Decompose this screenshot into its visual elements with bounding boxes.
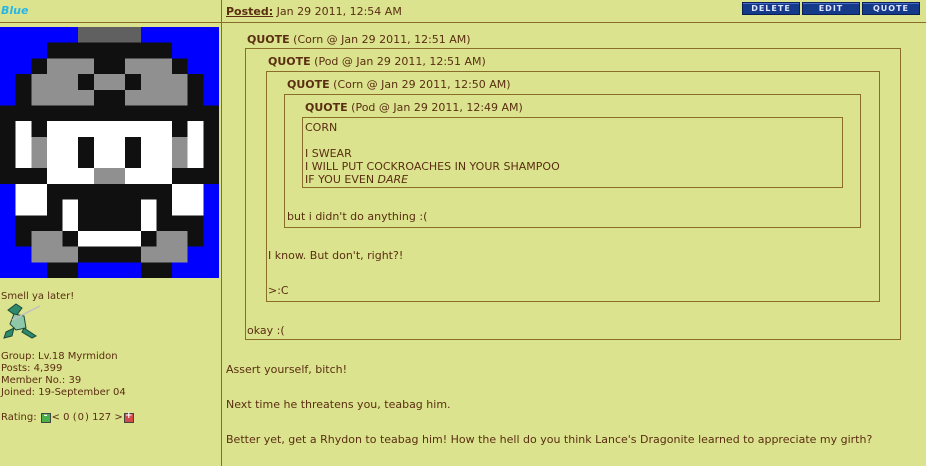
- quote2-reply2: >:C: [268, 284, 289, 297]
- quote4-meta: (Pod @ Jan 29 2011, 12:49 AM): [351, 101, 523, 114]
- member-rating: Rating: - < 0 ( 0 ) 127 > +: [1, 411, 134, 423]
- quote4-line2: I SWEAR: [305, 147, 352, 160]
- quote2-meta: (Pod @ Jan 29 2011, 12:51 AM): [314, 55, 486, 68]
- rating-value: 0: [77, 412, 84, 423]
- member-joined: Joined: 19-September 04: [1, 387, 126, 398]
- member-posts: Posts: 4,399: [1, 363, 63, 374]
- post-body-line3: Better yet, get a Rhydon to teabag him! …: [226, 433, 873, 446]
- quote1-header: QUOTE (Corn @ Jan 29 2011, 12:51 AM): [247, 33, 471, 46]
- edit-button[interactable]: EDIT: [802, 2, 860, 15]
- post-date: Posted: Jan 29 2011, 12:54 AM: [226, 5, 402, 18]
- member-number: Member No.: 39: [1, 375, 82, 386]
- quote4-line4-text: IF YOU EVEN: [305, 173, 378, 186]
- post-body-line1: Assert yourself, bitch!: [226, 363, 348, 376]
- posted-date: Jan 29 2011, 12:54 AM: [276, 5, 402, 18]
- rating-range-right: ) 127 >: [85, 412, 123, 423]
- post-body-line2: Next time he threatens you, teabag him.: [226, 398, 451, 411]
- quote3-label: QUOTE: [287, 78, 330, 91]
- quote4-line4-emphasis: DARE: [377, 173, 409, 186]
- quote4-line1: CORN: [305, 121, 338, 134]
- quote4-line4: IF YOU EVEN DARE: [305, 173, 408, 186]
- quote4-header: QUOTE (Pod @ Jan 29 2011, 12:49 AM): [305, 101, 523, 114]
- quote1-reply: okay :(: [247, 324, 285, 337]
- quote-button[interactable]: QUOTE: [862, 2, 920, 15]
- rate-down-button[interactable]: -: [40, 411, 51, 423]
- signature-sprite-icon: [3, 303, 41, 339]
- username-link[interactable]: Blue: [1, 4, 28, 17]
- quote1-meta: (Corn @ Jan 29 2011, 12:51 AM): [293, 33, 471, 46]
- quote2-label: QUOTE: [268, 55, 311, 68]
- quote4-line3: I WILL PUT COCKROACHES IN YOUR SHAMPOO: [305, 160, 560, 173]
- member-info: Group: Lv.18 Myrmidon Posts: 4,399 Membe…: [1, 351, 126, 399]
- rating-label: Rating:: [1, 412, 37, 423]
- user-avatar: [0, 27, 219, 278]
- quote3-header: QUOTE (Corn @ Jan 29 2011, 12:50 AM): [287, 78, 511, 91]
- rate-up-button[interactable]: +: [123, 411, 134, 423]
- quote3-meta: (Corn @ Jan 29 2011, 12:50 AM): [333, 78, 511, 91]
- posted-label[interactable]: Posted:: [226, 5, 273, 18]
- quote4-label: QUOTE: [305, 101, 348, 114]
- user-sidebar: Blue Smell ya later! Group: Lv.18 Myrmid…: [0, 0, 222, 466]
- signature-text: Smell ya later!: [1, 291, 75, 302]
- quote1-label: QUOTE: [247, 33, 290, 46]
- quote3-reply: but i didn't do anything :(: [287, 210, 428, 223]
- quote2-reply1: I know. But don't, right?!: [268, 249, 404, 262]
- rating-range-left: < 0 (: [51, 412, 77, 423]
- delete-button[interactable]: DELETE: [742, 2, 800, 15]
- post-actions: DELETE EDIT QUOTE: [742, 2, 920, 15]
- quote2-header: QUOTE (Pod @ Jan 29 2011, 12:51 AM): [268, 55, 486, 68]
- member-group: Group: Lv.18 Myrmidon: [1, 351, 118, 362]
